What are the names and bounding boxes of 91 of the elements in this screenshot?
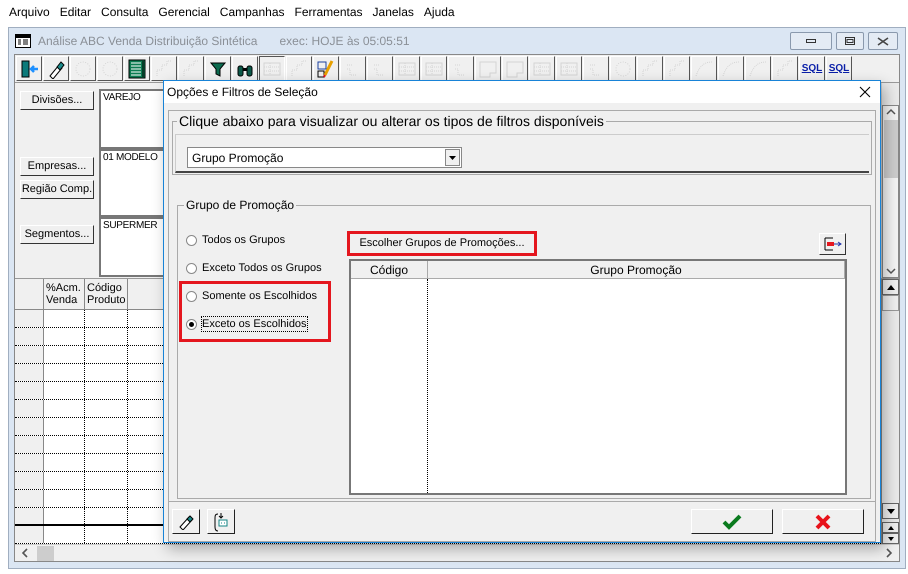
export-icon	[822, 237, 842, 251]
circle-icon	[100, 58, 120, 78]
radio-option[interactable]: Somente os Escolhidos	[186, 286, 317, 306]
scroll-up-button[interactable]	[882, 279, 899, 295]
choose-groups-button[interactable]: Escolher Grupos de Promoções...	[347, 231, 537, 256]
curve-icon	[748, 58, 768, 78]
scroll-up-icon[interactable]	[886, 108, 896, 116]
step-chart-icon	[667, 58, 687, 78]
exit-door-icon	[19, 58, 39, 78]
scrollbar-thumb[interactable]	[882, 295, 899, 311]
menu-item[interactable]: Consulta	[96, 3, 154, 21]
pencil-icon	[316, 58, 336, 78]
row-header[interactable]	[15, 328, 44, 345]
filter-button[interactable]: Segmentos...	[20, 225, 94, 244]
restore-button[interactable]	[836, 32, 864, 50]
menu-item[interactable]: Ajuda	[418, 3, 460, 21]
filter-button[interactable]: Divisões...	[20, 91, 94, 110]
eraser-icon	[177, 514, 195, 530]
row-header[interactable]	[15, 418, 44, 435]
close-button[interactable]	[868, 32, 898, 50]
document-arrow-icon	[214, 512, 228, 532]
scroll-down-button[interactable]	[882, 503, 899, 519]
radio-option[interactable]: Exceto Todos os Grupos	[186, 258, 322, 278]
filter-button[interactable]: Região Comp.	[20, 180, 94, 199]
down-arrow-icon	[888, 536, 894, 540]
row-header[interactable]	[15, 526, 44, 543]
dropdown-arrow-icon	[449, 156, 456, 160]
sql-button[interactable]: SQL	[799, 56, 825, 81]
curve-icon	[721, 58, 741, 78]
close-icon[interactable]	[859, 86, 871, 98]
down-arrow-icon	[886, 508, 894, 514]
row-header[interactable]	[15, 400, 44, 417]
restore-icon	[845, 37, 855, 45]
step-chart-icon	[181, 58, 201, 78]
menu-item[interactable]: Campanhas	[214, 3, 290, 21]
window-exec-time: exec: HOJE às 05:05:51	[279, 33, 410, 50]
window-title: Análise ABC Venda Distribuição Sintética	[38, 33, 258, 50]
window-icon	[15, 34, 31, 48]
column-header: %Acm. Venda	[44, 279, 85, 309]
frame-icon	[505, 58, 525, 78]
radio-option[interactable]: Exceto os Escolhidos	[186, 314, 307, 334]
row-header[interactable]	[15, 454, 44, 471]
menu-item[interactable]: Janelas	[368, 3, 419, 21]
menu-item[interactable]: Arquivo	[4, 3, 55, 21]
row-header[interactable]	[15, 346, 44, 363]
row-header[interactable]	[15, 364, 44, 381]
scroll-down-button[interactable]	[882, 533, 899, 544]
menu-item[interactable]: Ferramentas	[290, 3, 368, 21]
menu-item[interactable]: Gerencial	[153, 3, 215, 21]
up-arrow-icon	[888, 526, 894, 530]
cross-icon	[815, 514, 831, 530]
row-header[interactable]	[15, 310, 44, 327]
step-chart-icon	[154, 58, 174, 78]
step-chart-icon	[640, 58, 660, 78]
checkmark-icon	[722, 514, 742, 530]
scroll-left-icon[interactable]	[21, 548, 29, 558]
confirm-button[interactable]	[691, 509, 773, 534]
row-header[interactable]	[15, 472, 44, 489]
scroll-right-icon[interactable]	[885, 548, 893, 558]
column-header: Código	[351, 261, 428, 278]
row-header[interactable]	[15, 436, 44, 453]
circle-icon	[613, 58, 633, 78]
row-header[interactable]	[15, 382, 44, 399]
import-button[interactable]	[207, 509, 235, 534]
group-legend: Grupo de Promoção	[184, 198, 296, 213]
frame-icon	[478, 58, 498, 78]
column-header: Grupo Promoção	[428, 261, 845, 278]
radio-option[interactable]: Todos os Grupos	[186, 230, 286, 250]
up-arrow-icon	[886, 284, 894, 290]
scrollbar-thumb[interactable]	[884, 120, 898, 178]
filter-type-dropdown[interactable]: Grupo Promoção	[187, 147, 462, 168]
step-chart-icon	[289, 58, 309, 78]
eraser-button[interactable]	[172, 509, 200, 534]
table-icon	[127, 58, 147, 78]
step-chart-icon	[775, 58, 795, 78]
curve-icon	[694, 58, 714, 78]
row-header[interactable]	[15, 490, 44, 507]
close-icon	[877, 36, 889, 46]
scrollbar-thumb[interactable]	[37, 546, 54, 560]
minimize-icon	[806, 39, 816, 43]
sql-button[interactable]: SQL	[826, 56, 852, 81]
scroll-down-icon[interactable]	[886, 267, 896, 275]
minimize-button[interactable]	[790, 32, 832, 50]
circle-icon	[73, 58, 93, 78]
export-button[interactable]	[819, 233, 846, 255]
filter-button[interactable]: Empresas...	[20, 157, 94, 176]
menu-item[interactable]: Editar	[54, 3, 96, 21]
cancel-button[interactable]	[782, 509, 864, 534]
row-header[interactable]	[15, 508, 44, 524]
column-header: Código Produto	[85, 279, 128, 309]
scroll-up-button[interactable]	[882, 522, 899, 533]
